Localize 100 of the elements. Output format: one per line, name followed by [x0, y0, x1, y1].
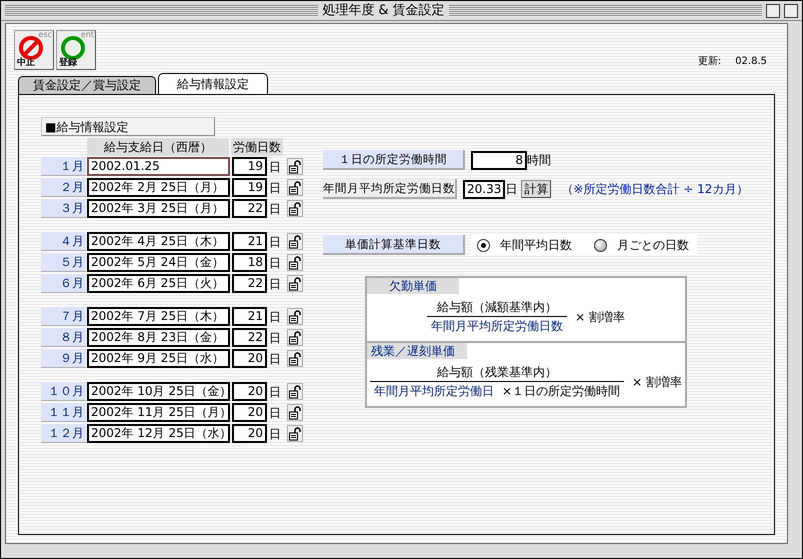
collapse-button[interactable] — [784, 4, 798, 18]
option-label: 年間平均日数 — [500, 237, 572, 254]
lock-button[interactable] — [287, 308, 303, 325]
unit-label: 日 — [268, 404, 282, 422]
lock-button[interactable] — [287, 254, 303, 271]
date-field[interactable]: 2002年 2月 25日（月） — [87, 178, 230, 197]
option-label: 月ごとの日数 — [617, 237, 689, 254]
numerator: 給与額（残業基準内） — [370, 363, 624, 382]
unit-label: 日 — [268, 276, 282, 292]
padlock-icon — [289, 330, 301, 344]
cancel-button[interactable]: esc 中止 — [14, 30, 54, 70]
date-field[interactable]: 2002年 6月 25日（火） — [87, 274, 230, 293]
lock-button[interactable] — [287, 404, 303, 421]
update-date: 02.8.5 — [735, 55, 767, 69]
month-label: ６月 — [41, 274, 86, 293]
average-days-field[interactable]: 20.33 — [463, 180, 506, 198]
button-label: 中止 — [17, 59, 35, 68]
field-label: 年間月平均所定労働日数 — [323, 179, 457, 199]
unit-label: 日 — [268, 234, 282, 250]
days-field[interactable]: 20 — [232, 382, 267, 401]
padlock-icon — [289, 352, 301, 366]
multiplier: × 割増率 — [632, 374, 682, 390]
days-field[interactable]: 21 — [232, 307, 267, 326]
denominator-factor: ×１日の所定労働時間 — [502, 384, 620, 398]
field-label: 単価計算基準日数 — [323, 235, 465, 255]
padlock-icon — [289, 406, 301, 420]
lock-button[interactable] — [287, 383, 303, 400]
field-label: １日の所定労働時間 — [323, 150, 465, 170]
date-field[interactable]: 2002年 7月 25日（木） — [87, 307, 230, 326]
lock-button[interactable] — [287, 425, 303, 442]
formula-title: 欠勤単価 — [367, 278, 459, 294]
date-field[interactable]: 2002.01.25 — [87, 157, 230, 176]
register-button[interactable]: ent 登録 — [56, 30, 96, 70]
month-label: １１月 — [41, 403, 86, 422]
padlock-icon — [289, 256, 301, 270]
date-field[interactable]: 2002年 11月 25日（月） — [87, 403, 230, 422]
unit-label: 日 — [268, 200, 282, 218]
lock-button[interactable] — [287, 275, 303, 292]
shortcut-label: ent — [80, 31, 94, 39]
shortcut-label: esc — [38, 31, 52, 39]
zoom-button[interactable] — [766, 4, 780, 18]
padlock-icon — [289, 426, 301, 440]
month-label: ５月 — [41, 253, 86, 272]
lock-button[interactable] — [287, 233, 303, 250]
unit-label: 日 — [268, 330, 282, 346]
date-field[interactable]: 2002年 10月 25日（金） — [87, 382, 230, 401]
padlock-icon — [289, 384, 301, 398]
unit-label: 日 — [268, 350, 282, 368]
radio-button[interactable] — [477, 238, 490, 252]
calculate-button[interactable]: 計算 — [521, 180, 552, 198]
padlock-icon — [289, 160, 301, 174]
month-label: ３月 — [41, 199, 86, 218]
column-header: 労働日数 — [231, 138, 283, 156]
denominator-term: 年間月平均所定労働日 — [374, 384, 494, 398]
lock-button[interactable] — [287, 329, 303, 346]
days-field[interactable]: 20 — [232, 424, 267, 443]
month-label: ９月 — [41, 349, 86, 368]
month-label: ４月 — [41, 232, 86, 251]
unit-label: 日 — [268, 426, 282, 442]
window-title: 処理年度 & 賃金設定 — [322, 2, 445, 20]
tab[interactable]: 給与情報設定 — [158, 73, 268, 94]
date-field[interactable]: 2002年 8月 23日（金） — [87, 328, 230, 347]
days-field[interactable]: 20 — [232, 403, 267, 422]
days-field[interactable]: 19 — [232, 178, 267, 197]
formula-title: 残業／遅刻単価 — [367, 343, 467, 359]
month-label: １月 — [41, 157, 86, 176]
radio-button[interactable] — [594, 238, 607, 252]
tab[interactable]: 賃金設定／賞与設定 — [18, 76, 156, 94]
update-label: 更新: — [698, 54, 722, 69]
padlock-icon — [289, 202, 301, 216]
hours-field[interactable]: 8 — [471, 150, 527, 170]
days-field[interactable]: 21 — [232, 232, 267, 251]
lock-button[interactable] — [287, 350, 303, 367]
month-label: ２月 — [41, 178, 86, 197]
date-field[interactable]: 2002年 9月 25日（水） — [87, 349, 230, 368]
padlock-icon — [289, 310, 301, 324]
days-field[interactable]: 22 — [232, 328, 267, 347]
lock-button[interactable] — [287, 200, 303, 217]
padlock-icon — [289, 276, 301, 290]
padlock-icon — [289, 234, 301, 248]
days-field[interactable]: 18 — [232, 253, 267, 272]
unit-label: 日 — [268, 384, 282, 400]
month-label: ７月 — [41, 307, 86, 326]
lock-button[interactable] — [287, 179, 303, 196]
month-label: １２月 — [41, 424, 86, 443]
denominator: 年間月平均所定労働日数 — [430, 318, 564, 335]
date-field[interactable]: 2002年 3月 25日（月） — [87, 199, 230, 218]
date-field[interactable]: 2002年 4月 25日（木） — [87, 232, 230, 251]
padlock-icon — [289, 180, 301, 194]
days-field[interactable]: 22 — [232, 199, 267, 218]
unit-label: 日 — [505, 181, 518, 198]
days-field[interactable]: 19 — [232, 157, 267, 176]
days-field[interactable]: 20 — [232, 349, 267, 368]
days-field[interactable]: 22 — [232, 274, 267, 293]
date-field[interactable]: 2002年 12月 25日（水） — [87, 424, 230, 443]
lock-button[interactable] — [287, 158, 303, 175]
date-field[interactable]: 2002年 5月 24日（金） — [87, 253, 230, 272]
month-label: １０月 — [41, 382, 86, 401]
column-header: 給与支給日（西暦） — [87, 138, 229, 156]
multiplier: × 割増率 — [575, 308, 625, 326]
